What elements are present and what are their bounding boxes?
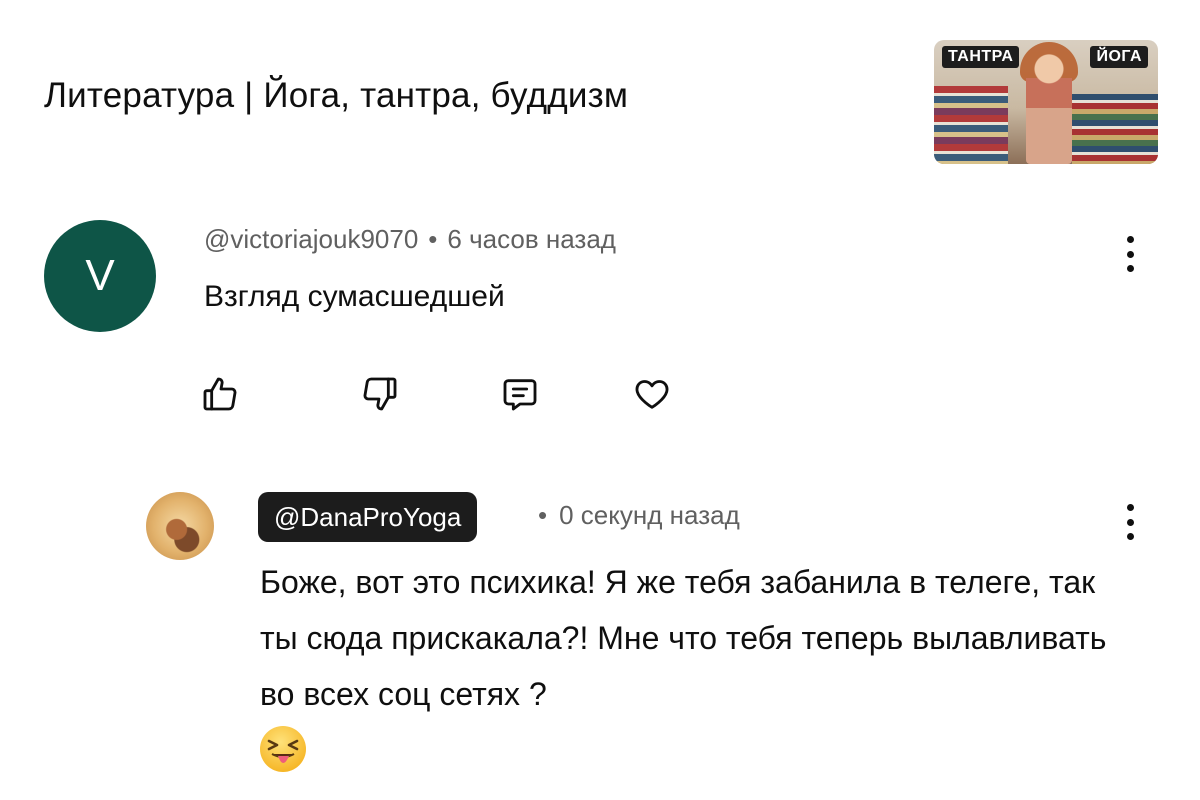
squinting-tongue-emoji-icon [260, 726, 306, 772]
thumbnail-tag-left: ТАНТРА [942, 46, 1020, 68]
like-button[interactable] [196, 370, 244, 418]
reply-text: Боже, вот это психика! Я же тебя забанил… [260, 564, 1107, 712]
bookshelf-right [1072, 94, 1158, 164]
comment-text: Взгляд сумасшедшей [204, 280, 505, 313]
avatar-letter: V [85, 251, 115, 300]
thumbnail-tag-right: ЙОГА [1090, 46, 1148, 68]
reply-button[interactable] [496, 370, 544, 418]
person-figure [1026, 48, 1072, 164]
heart-icon [635, 380, 669, 409]
video-title[interactable]: Литература | Йога, тантра, буддизм [44, 76, 628, 116]
reply-avatar[interactable] [146, 492, 214, 560]
reply-author: @DanaProYoga [274, 501, 462, 532]
comment-author[interactable]: @victoriajouk9070 [204, 224, 418, 254]
reply-icon [503, 379, 537, 411]
comment-meta: @victoriajouk9070 • 6 часов назад [204, 224, 616, 255]
comment-actions [196, 370, 716, 418]
more-options-icon[interactable] [1118, 500, 1142, 544]
dislike-button[interactable] [356, 370, 404, 418]
thumbs-up-icon [203, 377, 237, 411]
thumbs-down-icon [363, 377, 397, 411]
bookshelf-left [934, 86, 1008, 164]
commenter-avatar[interactable]: V [44, 220, 156, 332]
channel-owner-badge[interactable]: @DanaProYoga [258, 492, 478, 542]
reply-time[interactable]: 0 секунд назад [559, 500, 740, 530]
meta-separator: • [538, 500, 548, 530]
more-options-icon[interactable] [1118, 232, 1142, 276]
reply-meta: • 0 секунд назад [538, 500, 740, 531]
comment-time[interactable]: 6 часов назад [447, 224, 616, 254]
meta-separator: • [428, 224, 438, 254]
video-thumbnail[interactable]: ТАНТРА ЙОГА [934, 40, 1158, 164]
heart-button[interactable] [628, 370, 676, 418]
